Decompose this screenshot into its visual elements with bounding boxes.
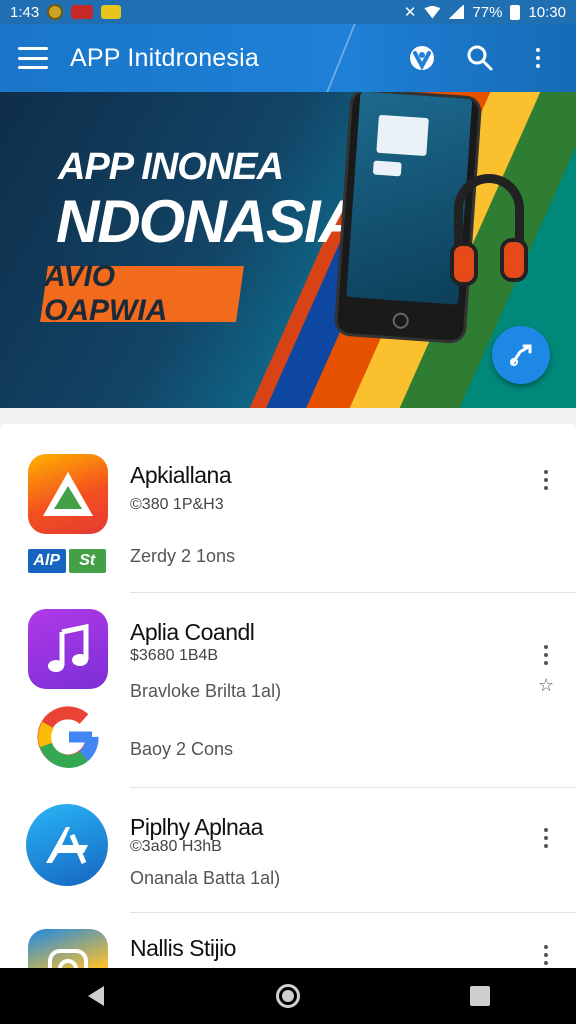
status-left: 1:43 — [10, 3, 122, 21]
mute-icon: ✕ — [403, 4, 417, 21]
app-meta: Zerdy 2 1ons — [130, 546, 236, 566]
recents-icon[interactable] — [456, 972, 504, 1020]
badge-left: AlP — [28, 549, 66, 573]
google-g-icon — [34, 703, 102, 771]
app-rating: $3680 1B4B — [130, 647, 219, 664]
more-vert-icon[interactable] — [534, 460, 558, 500]
app-name: Piplhy Aplnaa — [130, 814, 263, 840]
app-bar: APP Initdronesia — [0, 24, 576, 92]
file-notification-icon — [101, 5, 122, 19]
list-item[interactable]: AlP St Apkiallana ©380 1P&H3 Zerdy 2 1on… — [0, 424, 576, 593]
more-vert-icon[interactable] — [518, 38, 558, 78]
list-item[interactable]: Nallis Stijio — [0, 913, 576, 968]
promo-banner[interactable]: APP INONEA NDONASIA AVIO OAPWIA — [0, 92, 576, 408]
shield-check-icon[interactable] — [402, 38, 442, 78]
app-title: APP Initdronesia — [70, 43, 259, 72]
notification-icon — [47, 4, 64, 20]
triangle-logo-icon — [28, 454, 108, 534]
app-name: Aplia Coandl — [130, 619, 255, 645]
wifi-icon — [424, 5, 441, 19]
banner-title: NDONASIA — [56, 188, 362, 255]
share-fab-icon[interactable] — [492, 326, 550, 384]
more-vert-icon[interactable] — [534, 818, 558, 858]
back-icon[interactable] — [72, 972, 120, 1020]
menu-icon[interactable] — [18, 47, 48, 69]
app-rating: ©3a80 H3hB — [130, 838, 222, 855]
system-nav-bar — [0, 968, 576, 1024]
app-meta: Bravloke Brilta 1al) — [130, 681, 282, 701]
battery-icon — [510, 4, 521, 20]
status-clock: 10:30 — [528, 3, 566, 21]
app-list: AlP St Apkiallana ©380 1P&H3 Zerdy 2 1on… — [0, 424, 576, 968]
app-meta: Onanala Batta 1al) — [130, 868, 281, 888]
status-right: ✕ 77% 10:30 — [403, 3, 566, 22]
list-item[interactable]: Piplhy Aplnaa ©3a80 H3hB Onanala Batta 1… — [0, 788, 576, 913]
banner-tag-text: AVIO OAPWIA — [44, 260, 168, 327]
list-item[interactable]: Aplia Coandl $3680 1B4B Bravloke Brilta … — [0, 593, 576, 788]
badge-right: St — [68, 549, 106, 573]
app-notification-icon — [71, 5, 94, 19]
search-icon[interactable] — [460, 38, 500, 78]
banner-tag: AVIO OAPWIA — [40, 260, 244, 327]
signal-icon — [448, 5, 465, 19]
star-icon[interactable]: ☆ — [538, 675, 554, 696]
app-bar-divider — [326, 24, 394, 92]
store-badge: AlP St — [28, 549, 106, 573]
more-vert-icon[interactable] — [534, 935, 558, 968]
app-meta-secondary: Baoy 2 Cons — [130, 739, 234, 759]
banner-headline: APP INONEA — [58, 146, 284, 188]
status-time: 1:43 — [10, 3, 40, 21]
battery-percent: 77% — [472, 3, 503, 21]
app-rating: ©380 1P&H3 — [130, 496, 224, 513]
app-name: Apkiallana — [130, 462, 232, 488]
camera-icon — [28, 929, 108, 968]
more-vert-icon[interactable] — [534, 635, 558, 675]
app-store-icon — [26, 804, 108, 886]
status-bar: 1:43 ✕ 77% 10:30 — [0, 0, 576, 24]
music-note-icon — [28, 609, 108, 689]
app-name: Nallis Stijio — [130, 935, 236, 961]
home-icon[interactable] — [264, 972, 312, 1020]
